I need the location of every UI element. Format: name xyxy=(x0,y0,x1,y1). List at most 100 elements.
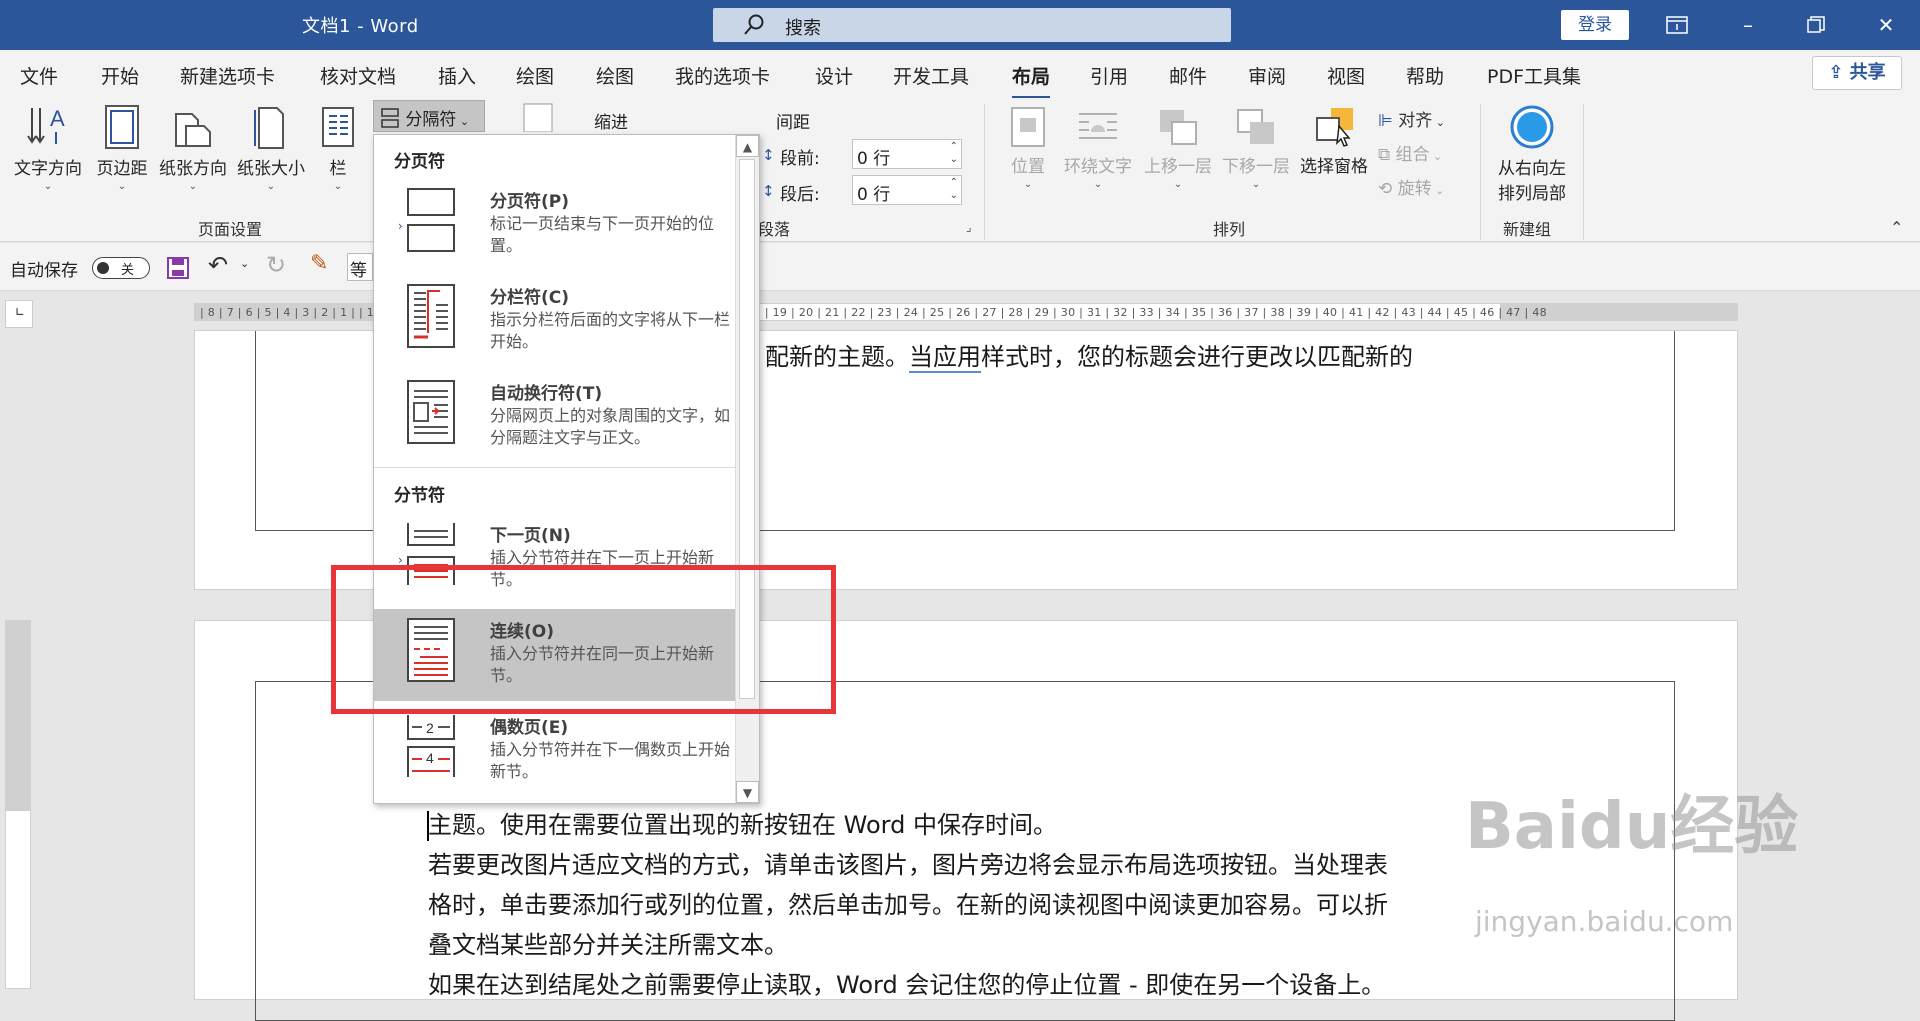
menu-item-text-wrapping-break[interactable]: 自动换行符(T) 分隔网页上的对象周围的文字，如分隔题注文字与正文。 xyxy=(374,371,735,463)
paragraph-line[interactable]: 若要更改图片适应文档的方式，请单击该图片，图片旁边将会显示布局选项按钮。当处理表 xyxy=(428,845,1388,885)
spacing-after-icon: ↕ xyxy=(762,182,775,200)
paragraph-group-label: 段落 xyxy=(758,220,791,239)
tab-design[interactable]: 设计 xyxy=(815,62,853,89)
undo-icon[interactable]: ↶ xyxy=(208,251,228,279)
tab-view[interactable]: 视图 xyxy=(1327,62,1365,89)
active-marker-icon: › xyxy=(398,219,403,233)
align-button[interactable]: ⊫ 对齐 ⌄ xyxy=(1378,106,1445,131)
group-label: 组合 xyxy=(1395,145,1430,165)
size-button[interactable]: 纸张大小 ⌄ xyxy=(234,104,308,192)
format-painter-icon[interactable]: ✎ xyxy=(310,251,328,276)
tab-my-tab[interactable]: 我的选项卡 xyxy=(675,62,770,89)
tab-file[interactable]: 文件 xyxy=(20,62,58,89)
wrap-text-button[interactable]: 环绕文字 ⌄ xyxy=(1060,106,1136,190)
redo-icon[interactable]: ↻ xyxy=(266,251,286,279)
selection-pane-icon xyxy=(1316,108,1353,147)
tab-draw-2[interactable]: 绘图 xyxy=(596,62,634,89)
group-separator xyxy=(1480,104,1481,240)
tab-draw-1[interactable]: 绘图 xyxy=(516,62,554,89)
chevron-down-icon: ⌄ xyxy=(266,181,276,192)
breaks-button[interactable]: 分隔符 ⌄ xyxy=(373,100,485,132)
chevron-down-icon: ⌄ xyxy=(43,181,53,192)
tab-review[interactable]: 审阅 xyxy=(1248,62,1286,89)
title-bar: 文档1 - Word 搜索 登录 – ✕ xyxy=(0,0,1920,50)
text-direction-icon: A xyxy=(27,106,65,144)
paragraph-line[interactable]: 配新的主题。当应用样式时，您的标题会进行更改以匹配新的 xyxy=(765,337,1413,377)
group-button[interactable]: ⧉ 组合 ⌄ xyxy=(1378,140,1442,165)
spacing-after-input[interactable]: 0 行 ⌃ ⌄ xyxy=(852,175,962,205)
rotate-label: 旋转 xyxy=(1397,179,1432,199)
menu-item-column-break[interactable]: 分栏符(C) 指示分栏符后面的文字将从下一栏开始。 xyxy=(374,275,735,367)
rotate-icon: ⟲ xyxy=(1378,179,1393,199)
orientation-button[interactable]: 纸张方向 ⌄ xyxy=(156,104,230,192)
bring-forward-button[interactable]: 上移一层 ⌄ xyxy=(1140,106,1216,190)
chevron-down-icon: ⌄ xyxy=(1173,179,1183,190)
tab-mailings[interactable]: 邮件 xyxy=(1169,62,1207,89)
scroll-down-icon[interactable]: ▼ xyxy=(736,781,759,803)
scroll-up-icon[interactable]: ▲ xyxy=(736,135,759,157)
paragraph-line[interactable]: 叠文档某些部分并关注所需文本。 xyxy=(428,925,788,965)
margins-label: 页边距 xyxy=(96,159,148,179)
quick-access-toolbar: 自动保存 关 ↶ ⌄ ↻ ✎ 等 xyxy=(0,243,1920,291)
spinner-icon[interactable]: ⌃ ⌄ xyxy=(950,140,958,166)
autosave-toggle[interactable]: 关 xyxy=(92,257,150,279)
tab-layout[interactable]: 布局 xyxy=(1012,62,1051,99)
menu-item-even-page[interactable]: 24 偶数页(E) 插入分节符并在下一偶数页上开始新节。 xyxy=(374,705,735,797)
save-icon[interactable] xyxy=(166,256,190,280)
selection-pane-button[interactable]: 选择窗格 xyxy=(1296,106,1372,177)
tab-help[interactable]: 帮助 xyxy=(1406,62,1444,89)
spinner-icon[interactable]: ⌃ ⌄ xyxy=(950,176,958,202)
toggle-knob xyxy=(97,262,109,274)
menu-item-title: 自动换行符(T) xyxy=(490,384,603,404)
menu-item-desc: 分隔网页上的对象周围的文字，如分隔题注文字与正文。 xyxy=(490,406,731,447)
margins-button[interactable]: 页边距 ⌄ xyxy=(92,104,152,192)
tab-new-tab[interactable]: 新建选项卡 xyxy=(180,62,275,89)
ribbon-display-options-icon[interactable] xyxy=(1657,8,1697,42)
tab-pdf-tools[interactable]: PDF工具集 xyxy=(1487,62,1581,89)
indent-label: 缩进 xyxy=(594,113,628,133)
collapse-ribbon-icon[interactable]: ⌃ xyxy=(1890,218,1903,237)
chevron-down-icon: ⌄ xyxy=(1093,179,1103,190)
rtl-layout-button[interactable]: 从右向左 排列局部 xyxy=(1490,104,1574,204)
columns-button[interactable]: 栏 ⌄ xyxy=(318,104,358,192)
menu-item-desc: 指示分栏符后面的文字将从下一栏开始。 xyxy=(490,310,731,351)
text-wrapping-break-icon xyxy=(407,380,455,444)
selection-pane-label: 选择窗格 xyxy=(1300,157,1368,177)
tab-home[interactable]: 开始 xyxy=(101,62,139,89)
watermark-logo: Baidu经验 xyxy=(1465,790,1799,864)
autosave-label: 自动保存 xyxy=(10,261,78,281)
restore-icon[interactable] xyxy=(1796,8,1836,42)
paragraph-line[interactable]: 如果在达到结尾处之前需要停止读取，Word 会记住您的停止位置 - 即使在另一个… xyxy=(428,965,1385,1005)
tab-insert[interactable]: 插入 xyxy=(438,62,476,89)
vertical-ruler[interactable] xyxy=(5,620,31,989)
menu-item-title: 分页符(P) xyxy=(490,192,569,212)
position-label: 位置 xyxy=(1011,157,1045,177)
text-direction-button[interactable]: A 文字方向 ⌄ xyxy=(12,104,84,192)
minimize-icon[interactable]: – xyxy=(1728,8,1768,42)
margins-icon xyxy=(105,105,139,149)
spacing-before-input[interactable]: 0 行 ⌃ ⌄ xyxy=(852,139,962,169)
menu-item-page-break[interactable]: › 分页符(P) 标记一页结束与下一页开始的位置。 xyxy=(374,179,735,271)
send-backward-button[interactable]: 下移一层 ⌄ xyxy=(1218,106,1294,190)
columns-label: 栏 xyxy=(329,159,347,179)
search-box[interactable]: 搜索 xyxy=(713,8,1231,42)
tab-references[interactable]: 引用 xyxy=(1090,62,1128,89)
dialog-launcher-icon[interactable]: ⌟ xyxy=(966,220,972,234)
tab-check-doc[interactable]: 核对文档 xyxy=(320,62,396,89)
paragraph-line[interactable]: 格时，单击要添加行或列的位置，然后单击加号。在新的阅读视图中阅读更加容易。可以折 xyxy=(428,885,1388,925)
tab-developer[interactable]: 开发工具 xyxy=(893,62,969,89)
share-label: 共享 xyxy=(1849,62,1886,83)
close-icon[interactable]: ✕ xyxy=(1866,8,1906,42)
text-cursor xyxy=(427,811,429,841)
breaks-label: 分隔符 xyxy=(405,110,457,130)
svg-text:2: 2 xyxy=(426,720,434,736)
rotate-button[interactable]: ⟲ 旋转 ⌄ xyxy=(1378,174,1444,199)
bring-forward-icon xyxy=(1160,110,1197,145)
login-button[interactable]: 登录 xyxy=(1561,10,1629,40)
tab-selector[interactable]: ∟ xyxy=(5,300,33,328)
paragraph-line[interactable]: 主题。使用在需要位置出现的新按钮在 Word 中保存时间。 xyxy=(428,805,1057,845)
position-button[interactable]: 位置 ⌄ xyxy=(1004,106,1052,190)
share-button[interactable]: ⇪ 共享 xyxy=(1812,56,1902,90)
chevron-down-icon[interactable]: ⌄ xyxy=(240,257,249,270)
font-box[interactable]: 等 xyxy=(347,253,373,281)
